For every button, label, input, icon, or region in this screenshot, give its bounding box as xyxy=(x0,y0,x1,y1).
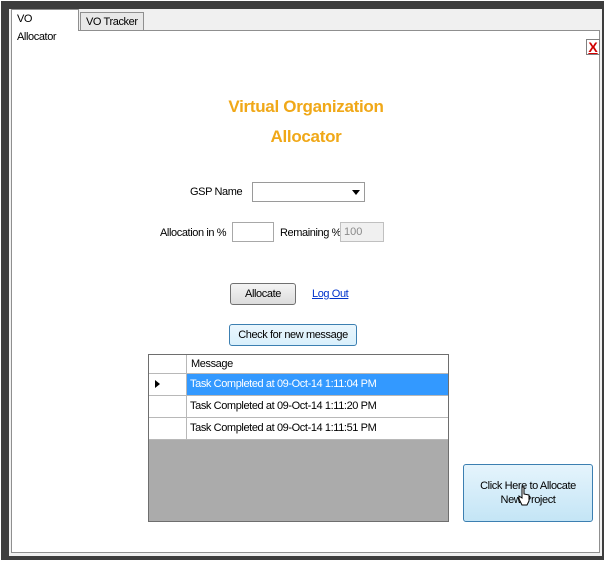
close-button[interactable]: X xyxy=(586,39,600,55)
remaining-label: Remaining % xyxy=(280,227,342,239)
tab-panel: X Virtual Organization Allocator GSP Nam… xyxy=(11,30,600,553)
allocation-input[interactable] xyxy=(232,222,274,242)
message-grid[interactable]: Message Task Completed at 09-Oct-14 1:11… xyxy=(148,354,449,522)
page-title-line2: Allocator xyxy=(270,127,342,146)
window-frame: VO Allocator VO Tracker X Virtual Organi… xyxy=(1,1,604,560)
allocate-button[interactable]: Allocate xyxy=(230,283,296,305)
tab-vo-tracker[interactable]: VO Tracker xyxy=(80,12,144,30)
table-row[interactable]: Task Completed at 09-Oct-14 1:11:20 PM xyxy=(149,396,448,418)
message-cell[interactable]: Task Completed at 09-Oct-14 1:11:04 PM xyxy=(187,374,448,395)
message-cell[interactable]: Task Completed at 09-Oct-14 1:11:51 PM xyxy=(187,418,448,439)
allocation-label: Allocation in % xyxy=(160,227,227,239)
grid-header: Message xyxy=(149,355,448,374)
table-row[interactable]: Task Completed at 09-Oct-14 1:11:51 PM xyxy=(149,418,448,440)
page-title-line1: Virtual Organization xyxy=(228,97,384,116)
mouse-cursor-icon xyxy=(518,486,530,506)
remaining-field: 100 xyxy=(340,222,384,242)
row-header[interactable] xyxy=(149,396,187,417)
row-pointer-icon xyxy=(155,380,160,388)
row-header[interactable] xyxy=(149,374,187,395)
gsp-name-label: GSP Name xyxy=(190,186,243,198)
table-row[interactable]: Task Completed at 09-Oct-14 1:11:04 PM xyxy=(149,374,448,396)
tab-vo-allocator[interactable]: VO Allocator xyxy=(11,9,79,43)
tab-strip: VO Allocator VO Tracker xyxy=(9,9,602,43)
logout-link[interactable]: Log Out xyxy=(312,288,349,300)
row-header[interactable] xyxy=(149,418,187,439)
chevron-down-icon xyxy=(352,190,360,195)
grid-header-corner xyxy=(149,355,187,373)
gsp-name-dropdown[interactable] xyxy=(252,182,365,202)
column-header-message[interactable]: Message xyxy=(191,358,233,370)
window-client: VO Allocator VO Tracker X Virtual Organi… xyxy=(9,9,602,556)
check-messages-button[interactable]: Check for new message xyxy=(229,324,357,346)
message-cell[interactable]: Task Completed at 09-Oct-14 1:11:20 PM xyxy=(187,396,448,417)
